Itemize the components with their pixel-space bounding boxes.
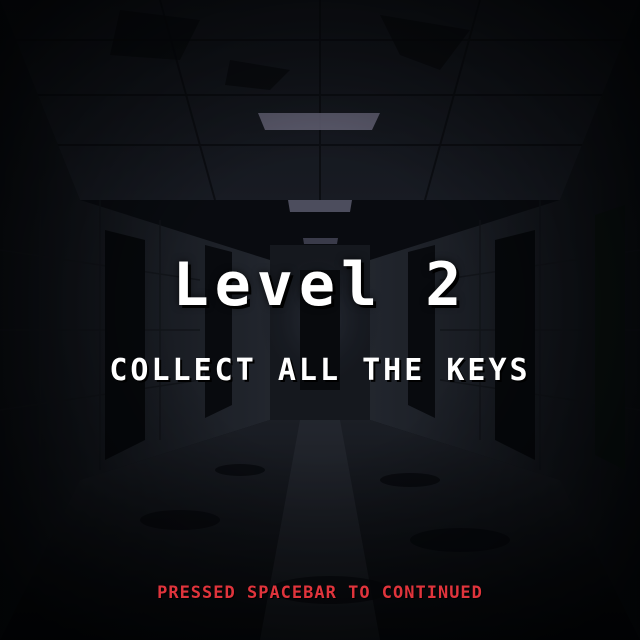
level-title: Level 2 (172, 250, 468, 320)
level-intro-overlay: Level 2 COLLECT ALL THE KEYS PRESSED SPA… (0, 0, 640, 640)
game-screen[interactable]: Level 2 COLLECT ALL THE KEYS PRESSED SPA… (0, 0, 640, 640)
level-objective: COLLECT ALL THE KEYS (109, 353, 531, 388)
continue-prompt: PRESSED SPACEBAR TO CONTINUED (157, 583, 483, 603)
